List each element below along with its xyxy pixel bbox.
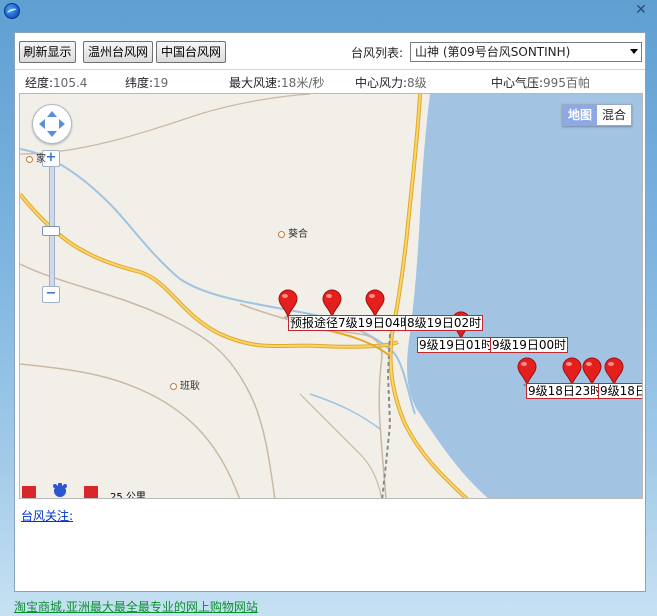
typhoon-map[interactable]: + − 地图 混合 家 葵合 班耿 预报途径7级19日04时 8级19日02时 …	[19, 93, 643, 499]
app-window: ✕ 刷新显示 温州台风网 中国台风网 台风列表: 山神 (第09号台风SONTI…	[0, 0, 657, 600]
longitude-info: 经度:105.4	[25, 74, 87, 91]
max-wind-value: 18米/秒	[281, 76, 325, 90]
map-pan-control[interactable]	[32, 104, 72, 144]
latitude-value: 19	[153, 76, 169, 90]
chevron-down-icon	[630, 49, 638, 54]
zoom-slider-thumb[interactable]	[42, 226, 60, 236]
map-scale: 25 公里	[110, 492, 146, 499]
place-dot	[170, 382, 177, 390]
center-pressure-info: 中心气压:995百帕	[491, 74, 590, 91]
pin-label[interactable]: 9级18日22时	[598, 383, 642, 399]
baidu-map-logo-icon	[22, 483, 98, 498]
place-label-kuihe: 葵合	[278, 225, 308, 240]
map-type-hybrid-button[interactable]: 混合	[597, 105, 631, 125]
center-pressure-value: 995百帕	[543, 76, 590, 90]
typhoon-select[interactable]: 山神 (第09号台风SONTINH)	[410, 42, 642, 62]
taobao-ad-link[interactable]: 淘宝商城,亚洲最大最全最专业的网上购物网站	[14, 598, 258, 615]
place-dot	[26, 155, 33, 163]
main-panel: 刷新显示 温州台风网 中国台风网 台风列表: 山神 (第09号台风SONTINH…	[14, 32, 646, 592]
place-name: 家	[36, 154, 46, 165]
place-name: 班耿	[180, 381, 200, 392]
typhoon-list-label: 台风列表:	[351, 46, 404, 60]
info-bar: 经度:105.4 纬度:19 最大风速:18米/秒 中心风力:8级 中心气压:9…	[15, 69, 645, 92]
place-label-banle: 班耿	[170, 377, 200, 392]
pan-arrows-icon	[39, 111, 65, 137]
center-force-value: 8级	[407, 76, 427, 90]
china-typhoon-button[interactable]: 中国台风网	[156, 41, 226, 63]
refresh-button[interactable]: 刷新显示	[19, 41, 76, 63]
zoom-out-button[interactable]: −	[42, 286, 60, 303]
center-force-info: 中心风力:8级	[355, 74, 427, 91]
longitude-value: 105.4	[53, 76, 88, 90]
close-icon[interactable]: ✕	[633, 2, 649, 18]
center-pressure-label: 中心气压:	[491, 76, 544, 90]
typhoon-select-value: 山神 (第09号台风SONTINH)	[415, 45, 571, 59]
place-dot	[278, 230, 285, 238]
place-name: 葵合	[288, 229, 308, 240]
latitude-info: 纬度:19	[125, 74, 168, 91]
title-bar: ✕	[0, 0, 657, 22]
pin-label[interactable]: 8级19日02时	[405, 315, 484, 331]
zoom-control: + −	[42, 150, 60, 303]
center-force-label: 中心风力:	[355, 76, 408, 90]
map-type-switch: 地图 混合	[561, 104, 632, 126]
pin-label[interactable]: 预报途径7级19日04时	[288, 315, 415, 331]
toolbar: 刷新显示 温州台风网 中国台风网 台风列表: 山神 (第09号台风SONTINH…	[15, 33, 645, 67]
longitude-label: 经度:	[25, 76, 54, 90]
latitude-label: 纬度:	[125, 76, 154, 90]
max-wind-info: 最大风速:18米/秒	[229, 74, 324, 91]
pin-label[interactable]: 9级18日23时	[526, 383, 605, 399]
typhoon-focus-link[interactable]: 台风关注:	[21, 507, 73, 524]
max-wind-label: 最大风速:	[229, 76, 282, 90]
app-logo-icon	[4, 3, 20, 19]
map-type-map-button[interactable]: 地图	[562, 105, 597, 125]
pin-label[interactable]: 9级19日01时	[417, 337, 496, 353]
wenzhou-typhoon-button[interactable]: 温州台风网	[83, 41, 153, 63]
pin-label[interactable]: 9级19日00时	[490, 337, 569, 353]
place-label-partial: 家	[26, 150, 46, 165]
